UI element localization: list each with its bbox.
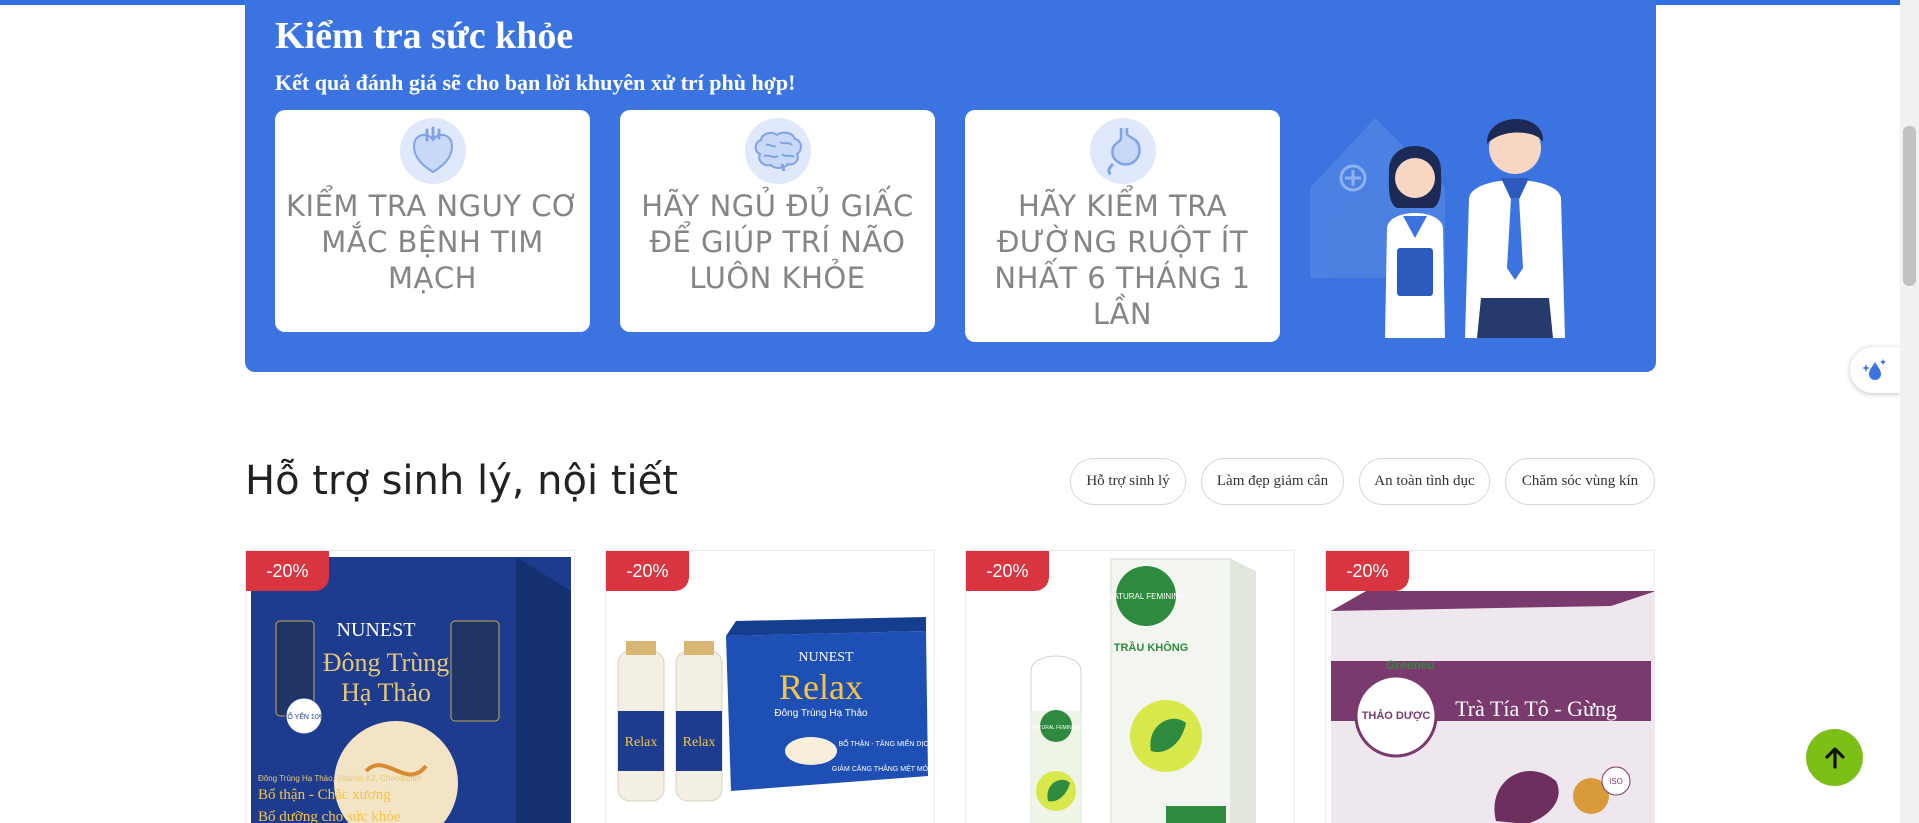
health-card-label: HÃY NGỦ ĐỦ GIẤC ĐỂ GIÚP TRÍ NÃO LUÔN KHỎ… [641, 189, 914, 295]
svg-text:TRẦU KHÔNG: TRẦU KHÔNG [1114, 641, 1189, 654]
svg-text:Hạ Thảo: Hạ Thảo [341, 678, 431, 707]
water-drop-sparkle-icon [1862, 359, 1886, 380]
health-card-label: HÃY KIỂM TRA ĐƯỜNG RUỘT ÍT NHẤT 6 THÁNG … [994, 189, 1251, 331]
svg-text:Relax: Relax [625, 735, 658, 750]
product-image: NUNEST Relax Đông Trùng Hạ Thảo BỔ THẬN … [617, 617, 934, 802]
floating-widget[interactable] [1850, 347, 1900, 393]
section-title: Hỗ trợ sinh lý, nội tiết [245, 458, 678, 504]
scrollbar-track[interactable] [1900, 0, 1919, 823]
svg-text:Bổ thận - Chắc xương: Bổ thận - Chắc xương [258, 787, 391, 803]
health-card-heart[interactable]: KIỂM TRA NGUY CƠ MẮC BỆNH TIM MẠCH [275, 110, 590, 332]
discount-badge: -20% [966, 551, 1049, 591]
health-card-label: KIỂM TRA NGUY CƠ MẮC BỆNH TIM MẠCH [286, 189, 579, 295]
svg-text:NUNEST: NUNEST [337, 619, 416, 641]
product-card[interactable]: -20% NUNEST Relax Đông Trùng Hạ Thảo BỔ … [605, 550, 935, 823]
svg-text:Trà Tía Tô - Gừng: Trà Tía Tô - Gừng [1455, 696, 1617, 721]
tab-ho-tro-sinh-ly[interactable]: Hỗ trợ sinh lý [1070, 458, 1186, 505]
svg-text:Relax: Relax [683, 735, 716, 750]
svg-text:Greeneu: Greeneu [1386, 658, 1435, 672]
product-card[interactable]: -20% NUNEST Đông Trùng Hạ Thảo TỔ YẾN 10… [245, 550, 575, 823]
svg-text:Đông Trùng Hạ Thảo: Đông Trùng Hạ Thảo [774, 708, 868, 719]
health-check-title: Kiểm tra sức khỏe [275, 15, 574, 57]
svg-text:Đông Trùng Hạ Thảo, Vitamin K2: Đông Trùng Hạ Thảo, Vitamin K2, Chondroi… [258, 774, 421, 783]
health-card-stomach[interactable]: HÃY KIỂM TRA ĐƯỜNG RUỘT ÍT NHẤT 6 THÁNG … [965, 110, 1280, 342]
doctors-illustration [1310, 118, 1565, 338]
svg-text:Relax: Relax [779, 667, 863, 707]
health-card-brain[interactable]: HÃY NGỦ ĐỦ GIẤC ĐỂ GIÚP TRÍ NÃO LUÔN KHỎ… [620, 110, 935, 332]
tab-lam-dep-giam-can[interactable]: Làm đẹp giảm cân [1201, 458, 1344, 505]
svg-text:Kami tea: Kami tea [1516, 658, 1587, 677]
product-image: Greeneu Kami tea THẢO DƯỢC Trà Tía Tô - … [1331, 591, 1654, 823]
svg-text:THẢO DƯỢC: THẢO DƯỢC [1362, 709, 1431, 722]
svg-text:Đông Trùng: Đông Trùng [323, 648, 449, 677]
discount-badge: -20% [246, 551, 329, 591]
svg-text:GIẢM CĂNG THẲNG MỆT MỎI: GIẢM CĂNG THẲNG MỆT MỎI [832, 764, 930, 773]
svg-text:BỔ THẬN - TĂNG MIỄN DỊCH: BỔ THẬN - TĂNG MIỄN DỊCH [838, 739, 933, 748]
back-to-top-button[interactable] [1806, 729, 1863, 786]
svg-text:NATURAL FEMININE: NATURAL FEMININE [1032, 725, 1081, 731]
stomach-icon [1089, 118, 1156, 184]
svg-text:NATURAL FEMININE: NATURAL FEMININE [1108, 592, 1185, 601]
svg-text:NUNEST: NUNEST [798, 650, 854, 665]
product-image: NUNEST Đông Trùng Hạ Thảo TỔ YẾN 10% Đôn… [251, 557, 571, 823]
svg-text:Bổ dưỡng cho sức khỏe: Bổ dưỡng cho sức khỏe [258, 809, 401, 823]
tab-an-toan-tinh-duc[interactable]: An toàn tình dục [1359, 458, 1490, 505]
product-card[interactable]: -20% Greeneu Kami tea THẢO DƯỢC Trà Tía … [1325, 550, 1655, 823]
brain-icon [744, 118, 811, 184]
scrollbar-thumb[interactable] [1903, 126, 1916, 286]
product-card[interactable]: -20% NATURAL FEMININE TRẦU KHÔNG NATURAL… [965, 550, 1295, 823]
health-check-subtitle: Kết quả đánh giá sẽ cho bạn lời khuyên x… [275, 70, 796, 95]
svg-text:ISO: ISO [1609, 777, 1623, 786]
discount-badge: -20% [1326, 551, 1409, 591]
arrow-up-icon [1824, 746, 1845, 769]
discount-badge: -20% [606, 551, 689, 591]
product-image: NATURAL FEMININE TRẦU KHÔNG NATURAL FEMI… [1030, 558, 1256, 823]
tab-cham-soc-vung-kin[interactable]: Chăm sóc vùng kín [1505, 458, 1655, 505]
heart-organ-icon [399, 118, 466, 184]
